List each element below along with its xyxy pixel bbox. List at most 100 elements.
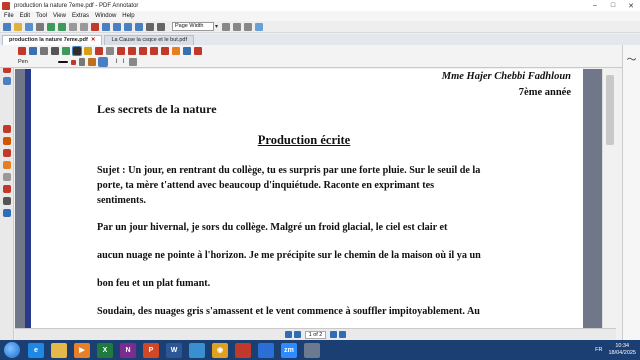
menu-help[interactable]: Help [122,13,134,19]
text-tool-icon[interactable] [3,197,11,205]
marker-icon[interactable] [3,137,11,145]
folder-icon[interactable] [51,342,67,358]
stamp-icon[interactable] [3,185,11,193]
close-tab-icon[interactable]: ✕ [91,37,96,43]
scrollbar-thumb[interactable] [606,75,614,145]
pen-properties-bar: Pen I I [0,57,640,68]
start-button[interactable] [4,342,20,358]
bookmark-icon[interactable] [3,77,11,85]
heart-stamp-icon[interactable] [3,125,11,133]
chevron-down-icon[interactable]: ▾ [215,23,218,30]
fit-page-icon[interactable] [233,22,242,31]
vertical-scrollbar[interactable] [602,69,616,328]
scribble-icon[interactable]: 〜 [623,51,640,66]
next-page-icon[interactable] [330,331,338,338]
highlighter-icon[interactable] [3,149,11,157]
new-file-icon[interactable] [3,22,11,31]
next-page-icon[interactable] [124,22,132,31]
print-icon[interactable] [36,22,44,31]
menu-view[interactable]: View [53,13,66,19]
zoom-select[interactable]: Page Width [172,22,214,31]
magnifier-icon[interactable] [51,47,59,55]
rotate-icon[interactable] [244,22,253,31]
email-icon[interactable] [91,22,99,31]
select-arrow-icon[interactable] [18,47,26,55]
media-icon[interactable]: ▶ [74,342,90,358]
highlighter-icon[interactable] [84,47,92,55]
document-tabs: production la nature 7eme.pdf ✕ La Cause … [0,34,640,45]
text-select-icon[interactable] [40,47,48,55]
text-line: sentiments. [97,195,146,206]
last-page-icon[interactable] [339,331,347,338]
settings-icon[interactable] [304,342,320,358]
undo-icon[interactable] [47,22,55,31]
zoom-out-icon[interactable] [146,22,154,31]
fit-width-icon[interactable] [222,22,231,31]
text-box-icon[interactable] [183,47,191,55]
menu-window[interactable]: Window [95,13,116,19]
ellipse-icon[interactable] [150,47,158,55]
format-icon[interactable] [129,58,138,66]
chrome-icon[interactable]: ◉ [212,342,228,358]
hand-icon[interactable] [29,47,37,55]
pictures-icon[interactable] [189,342,205,358]
prev-page-icon[interactable] [113,22,121,31]
first-page-icon[interactable] [102,22,110,31]
smooth-pen-icon[interactable] [97,57,108,67]
save-icon[interactable] [25,22,33,31]
open-folder-icon[interactable] [14,22,22,31]
maximize-button[interactable]: □ [604,0,622,11]
powerpoint-icon[interactable]: P [143,342,159,358]
minimize-button[interactable]: – [586,0,604,11]
menu-file[interactable]: File [4,13,14,19]
excel-icon[interactable]: X [97,342,113,358]
copy-icon[interactable] [80,22,88,31]
image-tool-icon[interactable] [3,209,11,217]
blank-page-icon[interactable] [255,22,264,31]
pencil-icon[interactable] [3,161,11,169]
word-icon[interactable]: W [166,342,182,358]
zoom-in-icon[interactable] [157,22,165,31]
tab-label: production la nature 7eme.pdf [9,37,88,43]
prev-page-icon[interactable] [293,331,301,338]
pdf-annotator-window: production la nature 7eme.pdf - PDF Anno… [0,0,640,340]
marker-icon[interactable] [95,47,103,55]
eraser-icon[interactable] [106,47,114,55]
text-cursor-icon[interactable]: I [116,59,118,65]
last-page-icon[interactable] [135,22,143,31]
ie-icon[interactable]: e [28,342,44,358]
heart-icon[interactable] [194,47,202,55]
clock[interactable]: 10:34 18/04/2025 [608,343,636,357]
menu-extras[interactable]: Extras [72,13,89,19]
close-button[interactable]: ✕ [622,0,640,11]
text-cursor-icon[interactable]: I [122,59,124,65]
page-navigation-bar: 1 of 2 [15,328,616,340]
arrow-icon[interactable] [128,47,136,55]
color-picker-icon[interactable] [70,59,76,65]
menu-edit[interactable]: Edit [20,13,30,19]
onenote-icon[interactable]: N [120,342,136,358]
stamp-icon[interactable] [161,47,169,55]
menu-tool[interactable]: Tool [36,13,47,19]
redo-icon[interactable] [58,22,66,31]
page-indicator[interactable]: 1 of 2 [304,330,327,339]
eyedropper-icon[interactable] [87,58,96,66]
tab-la-cause[interactable]: La Cause la csqce et le but.pdf [104,35,194,45]
sticky-note-icon[interactable] [172,47,180,55]
line-icon[interactable] [117,47,125,55]
snapshot-icon[interactable] [62,47,70,55]
zoom-icon[interactable]: zm [281,342,297,358]
line-width-icon[interactable] [57,61,68,63]
first-page-icon[interactable] [284,331,292,338]
eraser-icon[interactable] [3,173,11,181]
rectangle-icon[interactable] [139,47,147,55]
pdf-annotator-icon[interactable] [235,342,251,358]
language-indicator[interactable]: FR [595,347,602,353]
tab-label: La Cause la csqce et le but.pdf [111,37,187,43]
cut-icon[interactable] [69,22,77,31]
pen-icon[interactable] [72,46,82,56]
tab-production-la-nature[interactable]: production la nature 7eme.pdf ✕ [2,35,103,45]
document-viewport[interactable]: Mme Hajer Chebbi Fadhloun 7ème année Les… [15,69,616,328]
opacity-icon[interactable] [78,58,85,66]
app-icon[interactable] [258,342,274,358]
